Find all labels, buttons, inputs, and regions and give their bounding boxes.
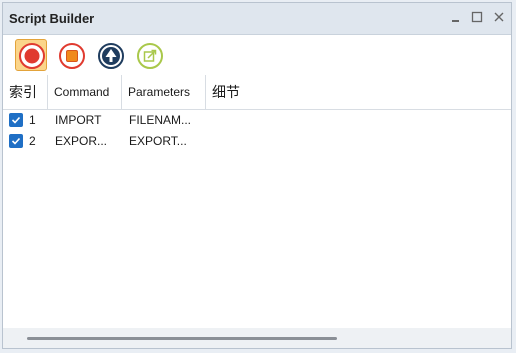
record-button[interactable] (15, 39, 47, 71)
checkmark-icon (11, 137, 21, 145)
row-details (213, 110, 503, 130)
table-row[interactable]: 2 EXPOR... EXPORT... (3, 131, 511, 151)
stop-button[interactable] (55, 39, 87, 71)
minimize-icon (452, 20, 459, 22)
export-button[interactable] (133, 39, 165, 71)
row-details (213, 131, 503, 151)
maximize-button[interactable] (469, 9, 485, 25)
minimize-button[interactable] (448, 9, 464, 25)
row-index: 1 (29, 113, 36, 127)
close-icon (494, 12, 504, 22)
row-parameters: EXPORT... (129, 134, 187, 148)
horizontal-scrollbar[interactable] (3, 328, 511, 348)
title-bar[interactable]: Script Builder (3, 3, 511, 35)
column-header-details[interactable]: 细节 (206, 75, 506, 109)
row-checkbox[interactable] (9, 113, 23, 127)
run-button[interactable] (94, 39, 126, 71)
row-command: IMPORT (55, 113, 102, 127)
record-icon (19, 43, 45, 69)
column-header-index[interactable]: 索引 (3, 75, 48, 109)
maximize-icon (471, 11, 483, 23)
export-icon (137, 43, 163, 69)
row-command: EXPOR... (55, 134, 108, 148)
column-header-parameters[interactable]: Parameters (122, 75, 206, 109)
toolbar (3, 35, 511, 75)
checkmark-icon (11, 116, 21, 124)
column-header-command[interactable]: Command (48, 75, 122, 109)
close-button[interactable] (491, 9, 507, 25)
script-builder-window: Script Builder 索引 Command Parameters 细节 … (2, 2, 512, 349)
window-title: Script Builder (9, 11, 95, 26)
row-parameters: FILENAM... (129, 113, 192, 127)
play-up-icon (98, 43, 124, 69)
row-index: 2 (29, 134, 36, 148)
stop-icon (59, 43, 85, 69)
scrollbar-thumb[interactable] (27, 337, 337, 340)
script-table: 索引 Command Parameters 细节 1 IMPORT FILENA… (3, 75, 511, 330)
table-row[interactable]: 1 IMPORT FILENAM... (3, 110, 511, 130)
row-checkbox[interactable] (9, 134, 23, 148)
table-header: 索引 Command Parameters 细节 (3, 75, 511, 110)
